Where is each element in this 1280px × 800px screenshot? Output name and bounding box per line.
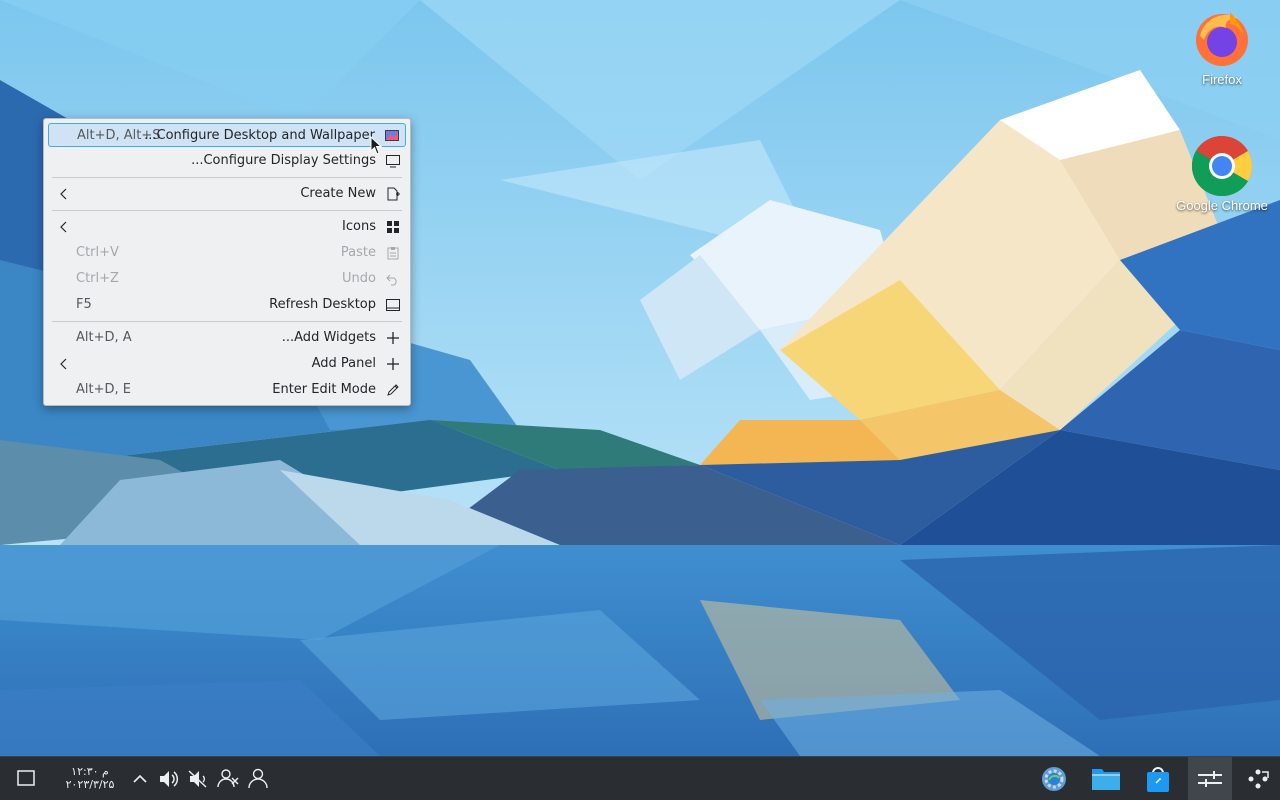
clock-time: ۱۲:۳۰ م	[71, 765, 109, 778]
network-icon[interactable]	[212, 763, 244, 795]
clipboard-icon	[386, 246, 400, 260]
menu-separator	[52, 177, 402, 178]
chevron-left-icon	[58, 187, 70, 201]
desktop-icon-label: Firefox	[1202, 72, 1242, 87]
file-manager-icon[interactable]	[1090, 763, 1122, 795]
pencil-icon	[386, 383, 400, 397]
taskbar-panel: ۱۲:۳۰ م ۲۰۲۳/۳/۲۵	[0, 756, 1280, 800]
system-monitor-icon[interactable]	[1194, 763, 1226, 795]
show-desktop-button[interactable]	[10, 763, 42, 795]
menu-label: Refresh Desktop	[269, 297, 376, 312]
firefox-icon	[1190, 6, 1254, 70]
mouse-cursor-icon	[370, 135, 384, 156]
microphone-muted-icon[interactable]	[182, 763, 214, 795]
menu-separator	[52, 210, 402, 211]
menu-item-icons[interactable]: Icons	[48, 215, 406, 239]
menu-shortcut: Ctrl+V	[76, 245, 119, 260]
menu-item-enter-edit-mode[interactable]: Alt+D, E Enter Edit Mode	[48, 378, 406, 402]
icons-grid-icon	[386, 220, 400, 234]
menu-shortcut: Alt+D, A	[76, 330, 132, 345]
wallpaper-icon	[385, 129, 399, 143]
menu-shortcut: Ctrl+Z	[76, 271, 119, 286]
plus-icon	[386, 331, 400, 345]
menu-item-paste[interactable]: Ctrl+V Paste	[48, 241, 406, 265]
menu-label: ...Configure Display Settings	[191, 153, 376, 168]
desktop-icon-label: Google Chrome	[1176, 198, 1268, 213]
menu-label: Paste	[340, 245, 376, 260]
menu-label: Create New	[300, 186, 376, 201]
chevron-left-icon	[58, 220, 70, 234]
clock-date: ۲۰۲۳/۳/۲۵	[65, 778, 115, 791]
menu-item-add-panel[interactable]: Add Panel	[48, 352, 406, 376]
plus-icon	[386, 357, 400, 371]
menu-label: Enter Edit Mode	[272, 382, 376, 397]
undo-icon	[386, 272, 400, 286]
menu-label: ...Add Widgets	[281, 330, 376, 345]
menu-item-refresh-desktop[interactable]: F5 Refresh Desktop	[48, 293, 406, 317]
menu-label: Add Panel	[311, 356, 376, 371]
menu-shortcut: Alt+D, E	[76, 382, 131, 397]
display-icon	[386, 154, 400, 168]
chrome-icon	[1190, 132, 1254, 197]
menu-label: Icons	[342, 219, 376, 234]
menu-item-add-widgets[interactable]: Alt+D, A ...Add Widgets	[48, 326, 406, 350]
menu-label: ...Configure Desktop and Wallpaper	[144, 128, 375, 143]
menu-label: Undo	[342, 271, 376, 286]
desktop-icon-firefox[interactable]: Firefox	[1167, 6, 1277, 87]
menu-item-undo[interactable]: Ctrl+Z Undo	[48, 267, 406, 291]
desktop-context-menu: Alt+D, Alt+S ...Configure Desktop and Wa…	[43, 118, 411, 406]
desktop-icon-google-chrome[interactable]: Google Chrome	[1167, 132, 1277, 213]
user-icon[interactable]	[242, 763, 274, 795]
menu-item-configure-desktop[interactable]: Alt+D, Alt+S ...Configure Desktop and Wa…	[48, 123, 406, 147]
refresh-desktop-icon	[386, 298, 400, 312]
digital-clock[interactable]: ۱۲:۳۰ م ۲۰۲۳/۳/۲۵	[54, 765, 126, 791]
menu-shortcut: F5	[76, 297, 92, 312]
chevron-left-icon	[58, 357, 70, 371]
menu-item-create-new[interactable]: Create New	[48, 182, 406, 206]
menu-separator	[52, 321, 402, 322]
volume-icon[interactable]	[152, 763, 184, 795]
menu-item-configure-display[interactable]: ...Configure Display Settings	[48, 149, 406, 173]
discover-store-icon[interactable]	[1142, 763, 1174, 795]
new-document-icon	[386, 187, 400, 201]
system-settings-icon[interactable]	[1038, 763, 1070, 795]
application-launcher-icon[interactable]	[1242, 763, 1274, 795]
